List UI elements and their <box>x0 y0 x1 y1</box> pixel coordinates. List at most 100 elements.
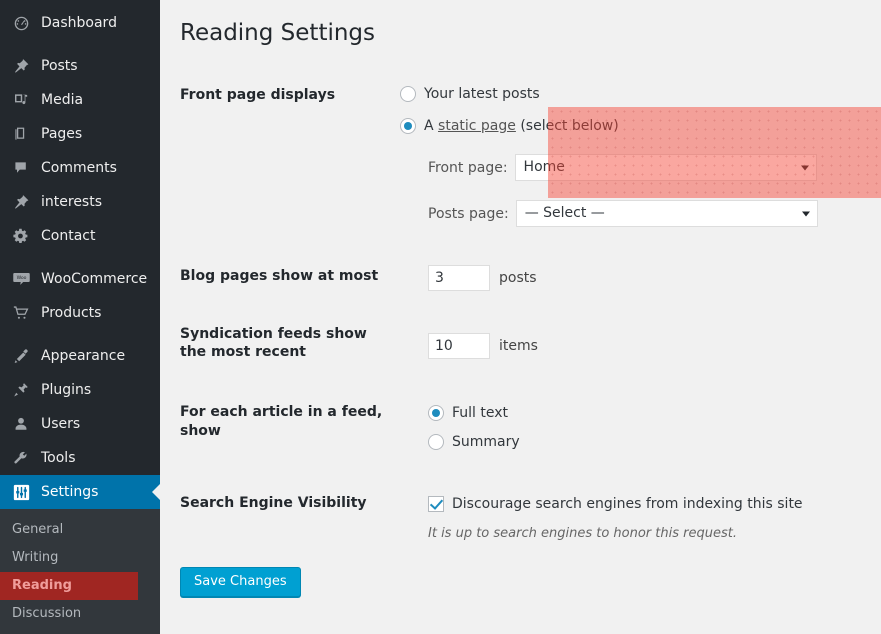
sidebar-item-pages[interactable]: Pages <box>0 117 160 151</box>
table-row-search-visibility: Search Engine Visibility Discourage sear… <box>180 472 870 555</box>
chevron-down-icon <box>802 211 810 216</box>
front-page-select-value: Home <box>524 159 565 175</box>
radio-option-summary[interactable]: Summary <box>400 430 860 454</box>
posts-page-select-row: Posts page: — Select — <box>400 200 860 227</box>
sidebar-item-label: Contact <box>41 229 95 243</box>
page-title: Reading Settings <box>180 19 881 56</box>
sidebar-item-label: Comments <box>41 161 117 175</box>
static-suffix: (select below) <box>516 118 619 134</box>
menu-separator <box>0 330 160 339</box>
radio-summary[interactable] <box>428 434 444 450</box>
sidebar-item-label: Plugins <box>41 383 91 397</box>
field-control-blog-pages: posts <box>400 241 870 305</box>
posts-page-label: Posts page: <box>428 206 509 222</box>
radio-label-full-text: Full text <box>452 406 508 420</box>
front-page-select[interactable]: Home <box>515 154 817 181</box>
sidebar-item-settings[interactable]: Settings <box>0 475 160 509</box>
field-label-blog-pages: Blog pages show at most <box>180 241 400 305</box>
field-control-feed-article: Full text Summary <box>400 379 870 472</box>
sidebar-item-interests[interactable]: interests <box>0 185 160 219</box>
sidebar-item-users[interactable]: Users <box>0 407 160 441</box>
radio-full-text[interactable] <box>428 405 444 421</box>
field-control-search-visibility: Discourage search engines from indexing … <box>400 472 870 555</box>
posts-page-select-value: — Select — <box>525 205 605 221</box>
comment-icon <box>10 158 32 178</box>
sidebar-item-label: Users <box>41 417 80 431</box>
submenu-item-writing[interactable]: Writing <box>0 544 160 572</box>
current-menu-arrow-icon <box>152 484 160 500</box>
menu-separator <box>0 40 160 49</box>
chevron-down-icon <box>801 165 809 170</box>
reading-settings-form: Front page displays Your latest posts A … <box>180 68 870 555</box>
sidebar-item-label: WooCommerce <box>41 272 147 286</box>
sidebar-item-appearance[interactable]: Appearance <box>0 339 160 373</box>
radio-option-static-page[interactable]: A static page (select below) <box>400 114 860 138</box>
sidebar-item-label: Posts <box>41 59 78 73</box>
sidebar-item-tools[interactable]: Tools <box>0 441 160 475</box>
submenu-item-discussion[interactable]: Discussion <box>0 600 160 628</box>
syndication-input[interactable] <box>428 333 490 359</box>
settings-submenu: General Writing Reading Discussion <box>0 509 160 634</box>
sidebar-item-label: Products <box>41 306 101 320</box>
sidebar-item-dashboard[interactable]: Dashboard <box>0 6 160 40</box>
field-label-search-visibility: Search Engine Visibility <box>180 472 400 555</box>
radio-label-static-page: A static page (select below) <box>424 119 619 133</box>
field-control-syndication: items <box>400 305 870 379</box>
sidebar-item-woocommerce[interactable]: Woo WooCommerce <box>0 262 160 296</box>
brush-icon <box>10 346 32 366</box>
search-visibility-description: It is up to search engines to honor this… <box>400 526 860 541</box>
checkbox-option-discourage[interactable]: Discourage search engines from indexing … <box>400 492 860 516</box>
radio-option-latest-posts[interactable]: Your latest posts <box>400 82 860 106</box>
field-label-front-page-displays: Front page displays <box>180 68 400 241</box>
blog-pages-input[interactable] <box>428 265 490 291</box>
sidebar-item-label: interests <box>41 195 102 209</box>
sidebar-item-products[interactable]: Products <box>0 296 160 330</box>
field-control-front-page-displays: Your latest posts A static page (select … <box>400 68 870 241</box>
static-prefix: A <box>424 118 438 134</box>
submit-area: Save Changes <box>180 567 881 597</box>
submenu-item-general[interactable]: General <box>0 516 160 544</box>
blog-pages-unit: posts <box>499 270 537 286</box>
radio-option-full-text[interactable]: Full text <box>400 401 860 425</box>
pin-icon <box>10 192 32 212</box>
sidebar-item-label: Settings <box>41 485 98 499</box>
cart-icon <box>10 303 32 323</box>
front-page-label: Front page: <box>428 160 508 176</box>
user-icon <box>10 414 32 434</box>
radio-label-summary: Summary <box>452 435 520 449</box>
table-row-feed-article: For each article in a feed, show Full te… <box>180 379 870 472</box>
sidebar-item-label: Appearance <box>41 349 125 363</box>
static-page-link[interactable]: static page <box>438 118 516 134</box>
woocommerce-icon: Woo <box>10 269 32 289</box>
sidebar-item-comments[interactable]: Comments <box>0 151 160 185</box>
radio-static-page[interactable] <box>400 118 416 134</box>
discourage-checkbox[interactable] <box>428 496 444 512</box>
wordpress-admin-screen: Dashboard Posts Media Pages Comment <box>0 0 881 634</box>
pages-icon <box>10 124 32 144</box>
table-row-front-page-displays: Front page displays Your latest posts A … <box>180 68 870 241</box>
media-icon <box>10 90 32 110</box>
save-changes-button[interactable]: Save Changes <box>180 567 301 597</box>
submenu-item-reading[interactable]: Reading <box>0 572 138 600</box>
dashboard-icon <box>10 13 32 33</box>
sidebar-item-label: Tools <box>41 451 76 465</box>
table-row-blog-pages: Blog pages show at most posts <box>180 241 870 305</box>
sidebar-item-posts[interactable]: Posts <box>0 49 160 83</box>
wrench-icon <box>10 448 32 468</box>
posts-page-select[interactable]: — Select — <box>516 200 818 227</box>
plug-icon <box>10 380 32 400</box>
radio-latest-posts[interactable] <box>400 86 416 102</box>
front-page-select-row: Front page: Home <box>400 154 860 181</box>
field-label-feed-article: For each article in a feed, show <box>180 379 400 472</box>
sidebar-item-plugins[interactable]: Plugins <box>0 373 160 407</box>
sidebar-item-contact[interactable]: Contact <box>0 219 160 253</box>
sidebar-item-media[interactable]: Media <box>0 83 160 117</box>
syndication-unit: items <box>499 338 538 354</box>
table-row-syndication: Syndication feeds show the most recent i… <box>180 305 870 379</box>
svg-text:Woo: Woo <box>16 275 26 281</box>
radio-label-latest-posts: Your latest posts <box>424 87 540 101</box>
field-label-syndication: Syndication feeds show the most recent <box>180 305 400 379</box>
pin-icon <box>10 56 32 76</box>
gear-icon <box>10 226 32 246</box>
main-content: Reading Settings Front page displays You… <box>160 0 881 634</box>
